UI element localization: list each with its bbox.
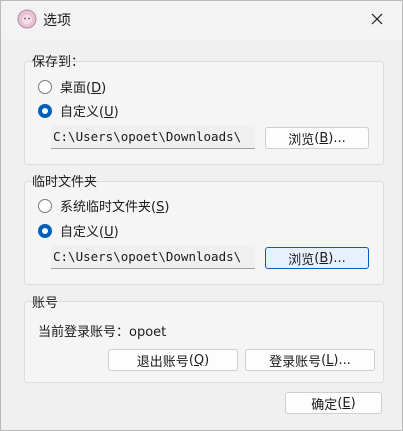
current-username: opoet xyxy=(129,325,167,340)
temp-folder-label: 临时文件夹 xyxy=(32,175,98,190)
window-title: 选项 xyxy=(43,13,71,29)
logout-button[interactable]: 退出账号(Q) xyxy=(108,349,238,371)
save-browse-button[interactable]: 浏览(B)... xyxy=(265,127,369,149)
temp-system-radio[interactable]: 系统临时文件夹(S) xyxy=(38,196,169,215)
save-path-field[interactable]: C:\Users\opoet\Downloads\ xyxy=(51,125,255,149)
options-dialog: 选项 保存到： 桌面(D) 自定义(U) C:\Users\opoet\Down… xyxy=(0,0,403,431)
temp-custom-radio[interactable]: 自定义(U) xyxy=(38,221,119,240)
current-account-text: 当前登录账号：opoet xyxy=(38,325,167,340)
radio-circle-checked xyxy=(38,103,52,118)
close-icon xyxy=(371,13,383,25)
radio-circle xyxy=(38,79,52,94)
ok-button[interactable]: 确定(E) xyxy=(285,392,382,414)
save-desktop-radio[interactable]: 桌面(D) xyxy=(38,77,106,96)
radio-label: 桌面(D) xyxy=(60,81,107,96)
title-bar: 选项 xyxy=(1,1,402,39)
temp-browse-button[interactable]: 浏览(B)... xyxy=(265,247,369,269)
close-button[interactable] xyxy=(366,8,388,30)
radio-label: 自定义(U) xyxy=(60,225,119,240)
radio-circle xyxy=(38,198,52,213)
radio-circle-checked xyxy=(38,223,52,238)
account-label: 账号 xyxy=(32,296,59,311)
temp-path-field[interactable]: C:\Users\opoet\Downloads\ xyxy=(51,245,255,269)
save-to-label: 保存到： xyxy=(32,55,85,70)
radio-label: 自定义(U) xyxy=(60,105,119,120)
login-button[interactable]: 登录账号(L)... xyxy=(245,349,375,371)
app-icon xyxy=(17,9,37,29)
save-custom-radio[interactable]: 自定义(U) xyxy=(38,101,119,120)
radio-label: 系统临时文件夹(S) xyxy=(60,200,170,215)
